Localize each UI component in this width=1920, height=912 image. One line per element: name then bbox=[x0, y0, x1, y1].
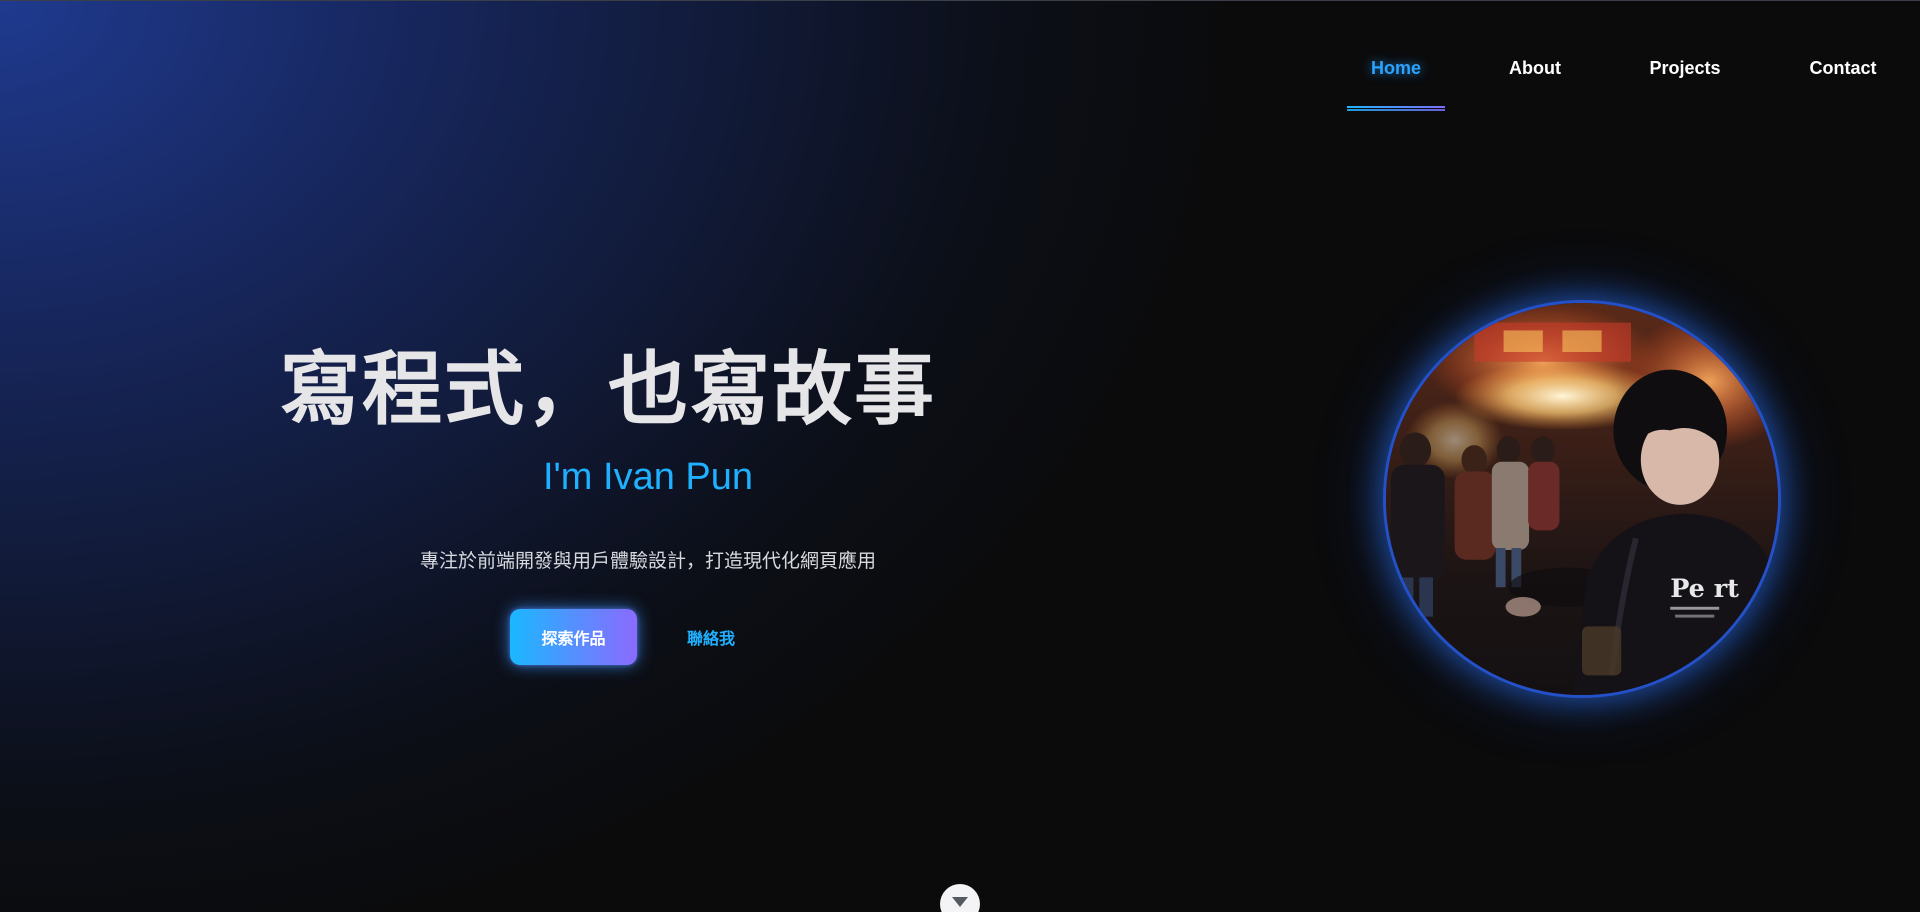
profile-photo: Pe rt bbox=[1383, 300, 1781, 698]
nav-item-projects[interactable]: Projects bbox=[1645, 46, 1725, 90]
page: Home About Projects Contact 寫程式，也寫故事 I'm… bbox=[0, 0, 1920, 912]
svg-text:Pe rt: Pe rt bbox=[1670, 574, 1739, 604]
explore-works-button[interactable]: 探索作品 bbox=[510, 609, 637, 665]
nav-item-home[interactable]: Home bbox=[1362, 46, 1430, 90]
nav-item-about[interactable]: About bbox=[1500, 46, 1570, 90]
profile-photo-image: Pe rt bbox=[1386, 303, 1778, 695]
top-border bbox=[0, 0, 1920, 1]
top-nav: Home About Projects Contact bbox=[0, 46, 1920, 86]
hero-title: 寫程式，也寫故事 bbox=[280, 345, 936, 434]
scroll-down-button[interactable] bbox=[940, 884, 980, 912]
hero-subtitle: I'm Ivan Pun bbox=[542, 456, 754, 498]
nav-item-contact[interactable]: Contact bbox=[1804, 46, 1882, 90]
nav-active-underline bbox=[1347, 106, 1445, 111]
chevron-down-icon bbox=[952, 897, 968, 907]
hero-description: 專注於前端開發與用戶體驗設計，打造現代化網頁應用 bbox=[419, 551, 876, 572]
contact-me-button[interactable]: 聯絡我 bbox=[665, 609, 757, 665]
